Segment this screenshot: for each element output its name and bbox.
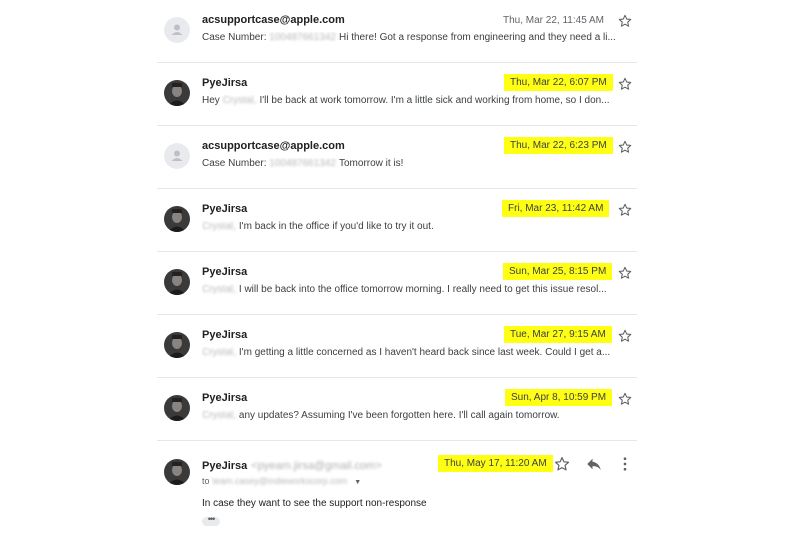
sender-name: PyeJirsa	[202, 203, 248, 215]
sender-name: PyeJirsa	[202, 266, 248, 278]
message-date-highlighted: Thu, May 17, 11:20 AM	[438, 455, 553, 472]
snippet-text: I'll be back at work tomorrow. I'm a lit…	[259, 95, 610, 106]
sender-name: acsupportcase@apple.com	[202, 14, 345, 26]
sender-name: PyeJirsa	[202, 77, 248, 89]
more-vert-icon[interactable]	[616, 455, 634, 473]
snippet-text: Tomorrow it is!	[339, 158, 404, 169]
redacted-text: Crystal,	[202, 410, 236, 421]
star-icon[interactable]	[617, 139, 633, 155]
message-date-highlighted: Sun, Apr 8, 10:59 PM	[505, 389, 613, 406]
collapsed-message[interactable]: PyeJirsa Crystal, I will be back into the…	[157, 252, 637, 315]
message-body: In case they want to see the support non…	[202, 498, 427, 509]
profile-photo-avatar	[164, 459, 190, 485]
expanded-sender: PyeJirsa <pyeam.jirsa@gmail.com>	[202, 460, 382, 472]
message-date-highlighted: Sun, Mar 25, 8:15 PM	[503, 263, 613, 280]
profile-photo-avatar	[164, 206, 190, 232]
snippet-text: any updates? Assuming I've been forgotte…	[238, 410, 560, 421]
snippet-text: I'm getting a little concerned as I have…	[238, 347, 611, 358]
chevron-down-icon[interactable]: ▼	[354, 479, 361, 486]
collapsed-message[interactable]: acsupportcase@apple.com Case Number: 100…	[157, 0, 637, 63]
show-trimmed-content-button[interactable]: •••	[202, 515, 220, 526]
collapsed-message[interactable]: PyeJirsa Crystal, I'm getting a little co…	[157, 315, 637, 378]
message-date-highlighted: Thu, Mar 22, 6:23 PM	[504, 137, 613, 154]
collapsed-message[interactable]: PyeJirsa Hey Crystal, I'll be back at wor…	[157, 63, 637, 126]
collapsed-message[interactable]: PyeJirsa Crystal, any updates? Assuming I…	[157, 378, 637, 441]
message-snippet: Hey Crystal, I'll be back at work tomorro…	[202, 95, 634, 106]
profile-photo-avatar	[164, 395, 190, 421]
redacted-text: Crystal,	[202, 347, 236, 358]
redacted-text: 100487661342	[269, 158, 336, 169]
message-snippet: Crystal, I will be back into the office t…	[202, 284, 634, 295]
star-icon[interactable]	[617, 202, 633, 218]
email-thread: acsupportcase@apple.com Case Number: 100…	[157, 0, 637, 533]
snippet-prefix: Case Number:	[202, 32, 267, 43]
sender-name: PyeJirsa	[202, 460, 248, 472]
star-icon[interactable]	[617, 265, 633, 281]
message-date-highlighted: Tue, Mar 27, 9:15 AM	[504, 326, 612, 343]
recipient-line: to team.casey@indieworkscorp.com ▼	[202, 476, 361, 486]
sender-name: PyeJirsa	[202, 329, 248, 341]
message-snippet: Crystal, I'm back in the office if you'd …	[202, 221, 634, 232]
message-snippet: Case Number: 100487661342 Tomorrow it is!	[202, 158, 634, 169]
redacted-text: Crystal,	[202, 284, 236, 295]
profile-photo-avatar	[164, 332, 190, 358]
profile-photo-avatar	[164, 80, 190, 106]
message-date-highlighted: Thu, Mar 22, 6:07 PM	[504, 74, 613, 91]
star-icon[interactable]	[617, 76, 633, 92]
star-icon[interactable]	[617, 13, 633, 29]
message-snippet: Case Number: 100487661342 Hi there! Got a…	[202, 32, 634, 43]
snippet-prefix: Case Number:	[202, 158, 267, 169]
profile-photo-avatar	[164, 269, 190, 295]
message-date-highlighted: Fri, Mar 23, 11:42 AM	[502, 200, 610, 217]
snippet-text: I will be back into the office tomorrow …	[238, 284, 607, 295]
message-snippet: Crystal, I'm getting a little concerned a…	[202, 347, 634, 358]
sender-name: acsupportcase@apple.com	[202, 140, 345, 152]
star-icon[interactable]	[553, 455, 571, 473]
star-icon[interactable]	[617, 391, 633, 407]
sender-name: PyeJirsa	[202, 392, 248, 404]
message-snippet: Crystal, any updates? Assuming I've been …	[202, 410, 634, 421]
redacted-text: Crystal,	[202, 221, 236, 232]
recipient-redacted: team.casey@indieworkscorp.com	[212, 476, 348, 486]
star-icon[interactable]	[617, 328, 633, 344]
default-avatar-icon	[164, 17, 190, 43]
reply-icon[interactable]	[585, 455, 603, 473]
to-label: to	[202, 476, 210, 486]
redacted-text: Crystal,	[222, 95, 257, 106]
snippet-text: Hi there! Got a response from engineerin…	[339, 32, 616, 43]
redacted-text: 100487661342	[269, 32, 336, 43]
snippet-text: I'm back in the office if you'd like to …	[238, 221, 434, 232]
default-avatar-icon	[164, 143, 190, 169]
snippet-prefix: Hey	[202, 95, 220, 106]
collapsed-message[interactable]: acsupportcase@apple.com Case Number: 100…	[157, 126, 637, 189]
sender-email-redacted: <pyeam.jirsa@gmail.com>	[251, 460, 382, 472]
message-date: Thu, Mar 22, 11:45 AM	[503, 15, 604, 26]
collapsed-message[interactable]: PyeJirsa Crystal, I'm back in the office …	[157, 189, 637, 252]
